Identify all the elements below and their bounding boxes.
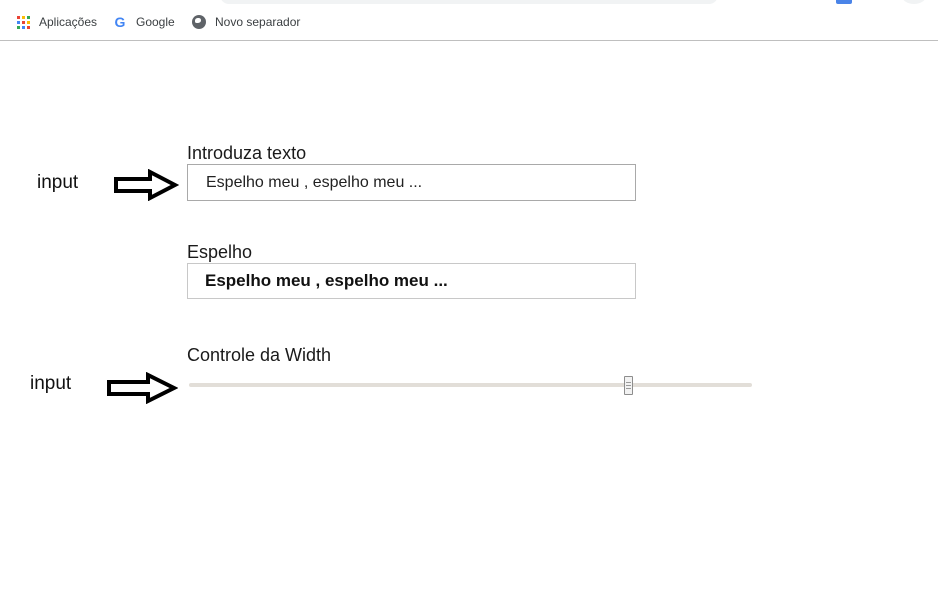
bookmark-label: Google	[136, 15, 175, 29]
address-bar-edge[interactable]	[220, 0, 718, 4]
profile-avatar-icon[interactable]	[902, 0, 926, 4]
apps-grid-icon	[15, 14, 31, 30]
mirror-output: Espelho meu , espelho meu ...	[187, 263, 636, 299]
right-arrow-icon	[114, 169, 179, 201]
width-control-label: Controle da Width	[187, 345, 332, 365]
bookmark-label: Aplicações	[39, 15, 98, 29]
bookmark-novo-separador[interactable]: Novo separador	[191, 13, 300, 31]
text-input-label: Introduza texto	[187, 143, 307, 163]
mirror-label: Espelho	[187, 242, 253, 262]
globe-icon	[191, 14, 207, 30]
bookmarks-bar: Aplicações G Google Novo separador	[0, 0, 938, 41]
right-arrow-icon	[107, 372, 178, 404]
text-input[interactable]	[187, 164, 636, 201]
extension-icon[interactable]	[836, 0, 852, 4]
bookmark-google[interactable]: G Google	[112, 13, 175, 31]
width-slider-track[interactable]	[189, 383, 752, 387]
annotation-input-slider: input	[30, 373, 72, 394]
bookmark-aplicacoes[interactable]: Aplicações	[15, 13, 97, 31]
width-slider-thumb[interactable]	[623, 376, 633, 395]
annotation-input-text: input	[37, 172, 79, 193]
bookmark-label: Novo separador	[215, 15, 301, 29]
google-g-icon: G	[114, 14, 126, 30]
